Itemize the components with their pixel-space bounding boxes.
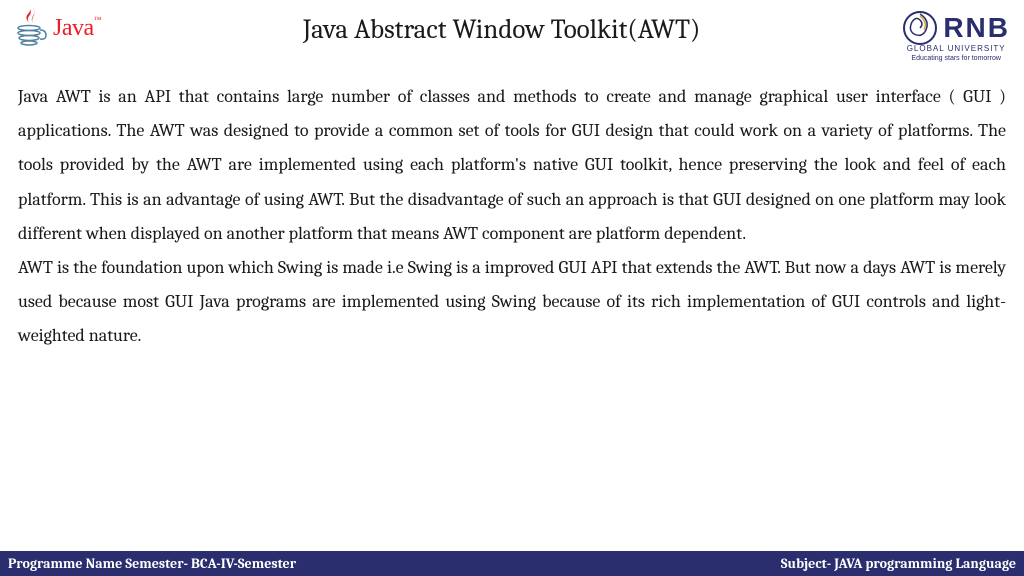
paragraph-1: Java AWT is an API that contains large n… <box>18 80 1006 251</box>
rnb-logo: RNB GLOBAL UNIVERSITY Educating stars fo… <box>902 6 1010 62</box>
java-logo: Java™ <box>14 6 101 50</box>
rnb-swirl-icon <box>902 10 938 46</box>
java-cup-icon <box>14 6 50 50</box>
footer: Programme Name Semester- BCA-IV-Semester… <box>0 551 1024 576</box>
page-title: Java Abstract Window Toolkit(AWT) <box>101 6 902 45</box>
rnb-subtitle: GLOBAL UNIVERSITY <box>907 44 1006 53</box>
footer-subject: Subject- JAVA programming Language <box>781 555 1016 572</box>
java-logo-text: Java™ <box>53 15 101 42</box>
paragraph-2: AWT is the foundation upon which Swing i… <box>18 251 1006 354</box>
header: Java™ Java Abstract Window Toolkit(AWT) … <box>0 0 1024 70</box>
footer-programme: Programme Name Semester- BCA-IV-Semester <box>8 555 296 572</box>
rnb-name: RNB <box>943 12 1010 44</box>
content-area: Java AWT is an API that contains large n… <box>0 70 1024 354</box>
rnb-tagline: Educating stars for tomorrow <box>911 55 1000 62</box>
